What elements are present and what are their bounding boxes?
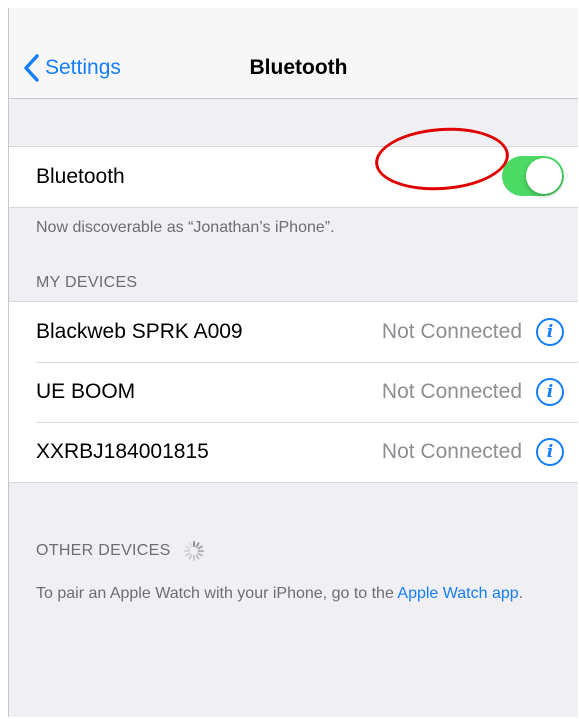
- info-icon[interactable]: i: [536, 438, 564, 466]
- bluetooth-toggle[interactable]: [502, 156, 564, 196]
- page-title: Bluetooth: [249, 56, 348, 79]
- device-row-ue-boom[interactable]: UE BOOM Not Connected i: [9, 362, 578, 422]
- settings-screen: Settings Bluetooth Bluetooth Now discove…: [8, 8, 578, 717]
- other-devices-label: OTHER DEVICES: [36, 542, 171, 559]
- navigation-bar: Settings Bluetooth: [9, 38, 578, 99]
- device-row-blackweb[interactable]: Blackweb SPRK A009 Not Connected i: [9, 302, 578, 362]
- device-row-xxrbj[interactable]: XXRBJ184001815 Not Connected i: [9, 422, 578, 482]
- device-name: Blackweb SPRK A009: [36, 320, 243, 343]
- info-icon[interactable]: i: [536, 378, 564, 406]
- bluetooth-row: Bluetooth: [9, 147, 578, 207]
- apple-watch-app-link[interactable]: Apple Watch app: [397, 585, 518, 602]
- other-devices-header: OTHER DEVICES: [36, 540, 205, 562]
- loading-spinner-icon: [183, 541, 204, 561]
- status-bar: [9, 8, 578, 38]
- discoverable-note: Now discoverable as “Jonathan’s iPhone”.: [36, 219, 335, 236]
- device-name: UE BOOM: [36, 380, 136, 403]
- device-status: Not Connected: [381, 440, 522, 463]
- apple-watch-note: To pair an Apple Watch with your iPhone,…: [36, 583, 536, 605]
- bluetooth-group: Bluetooth: [9, 146, 578, 208]
- info-icon[interactable]: i: [536, 318, 564, 346]
- my-devices-list: Blackweb SPRK A009 Not Connected i UE BO…: [9, 301, 578, 483]
- device-status: Not Connected: [381, 380, 522, 403]
- device-name: XXRBJ184001815: [36, 440, 209, 463]
- apple-watch-note-end: .: [518, 585, 524, 602]
- bluetooth-label: Bluetooth: [36, 165, 125, 188]
- device-status: Not Connected: [381, 320, 522, 343]
- apple-watch-note-text: To pair an Apple Watch with your iPhone,…: [36, 585, 398, 602]
- my-devices-header: MY DEVICES: [36, 274, 138, 291]
- toggle-knob: [526, 158, 562, 194]
